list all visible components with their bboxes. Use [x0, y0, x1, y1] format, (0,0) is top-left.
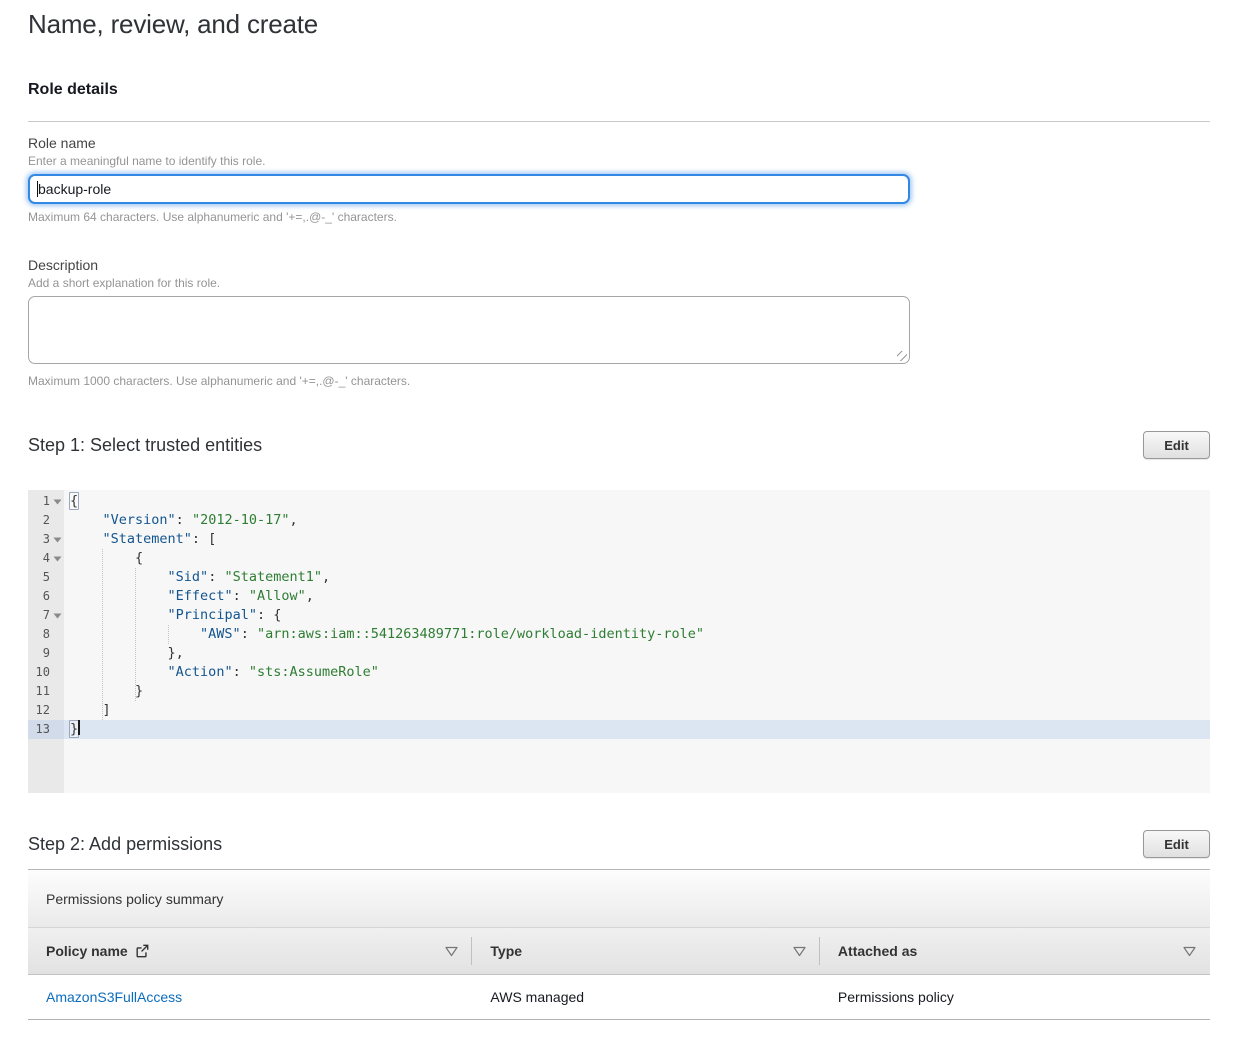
permissions-table-body: AmazonS3FullAccess AWS managedPermissions…: [28, 975, 1210, 1020]
editor-line[interactable]: 12 ]: [28, 701, 1210, 720]
filter-dropdown-icon[interactable]: [445, 946, 458, 957]
editor-lines: 1{2 "Version": "2012-10-17",3 "Statement…: [28, 490, 1210, 739]
editor-line[interactable]: 1{: [28, 492, 1210, 511]
permissions-policy-table: Permissions policy summary Policy name Ty…: [28, 869, 1210, 1020]
editor-code-text: "Statement": [: [64, 530, 216, 549]
editor-line[interactable]: 5 "Sid": "Statement1",: [28, 568, 1210, 587]
editor-line-number: 4: [28, 549, 53, 568]
table-row: AmazonS3FullAccess AWS managedPermissions…: [28, 975, 1210, 1020]
table-cell: AWS managed: [472, 975, 820, 1019]
column-header-label: Attached as: [838, 943, 917, 959]
editor-active-line[interactable]: 13}: [28, 720, 1210, 739]
editor-line-number: 7: [28, 606, 53, 625]
column-header-policy-name[interactable]: Policy name: [28, 928, 472, 974]
edit-permissions-button[interactable]: Edit: [1143, 830, 1210, 858]
text-caret: [37, 181, 38, 197]
editor-line[interactable]: 9 },: [28, 644, 1210, 663]
fold-arrow-icon[interactable]: [53, 556, 64, 562]
table-cell: AmazonS3FullAccess: [28, 975, 472, 1019]
editor-line-number: 10: [28, 663, 53, 682]
filter-dropdown-icon[interactable]: [793, 946, 806, 957]
editor-line[interactable]: 6 "Effect": "Allow",: [28, 587, 1210, 606]
editor-code-text: "Action": "sts:AssumeRole": [64, 663, 379, 682]
editor-code-text: ]: [64, 701, 111, 720]
role-name-label: Role name: [28, 135, 1210, 152]
column-header-attached-as[interactable]: Attached as: [820, 928, 1210, 974]
role-name-constraint: Maximum 64 characters. Use alphanumeric …: [28, 210, 1210, 224]
editor-line[interactable]: 3 "Statement": [: [28, 530, 1210, 549]
editor-line[interactable]: 7 "Principal": {: [28, 606, 1210, 625]
step2-heading: Step 2: Add permissions: [28, 833, 222, 855]
permissions-table-header: Policy name Type Attached as: [28, 928, 1210, 975]
editor-code-text: }: [64, 720, 80, 739]
editor-line-number: 8: [28, 625, 53, 644]
editor-line[interactable]: 4 {: [28, 549, 1210, 568]
editor-line-number: 13: [28, 720, 53, 739]
editor-line-number: 6: [28, 587, 53, 606]
filter-dropdown-icon[interactable]: [1183, 946, 1196, 957]
editor-code-text: "Effect": "Allow",: [64, 587, 314, 606]
description-label: Description: [28, 257, 1210, 274]
editor-text-caret: [78, 720, 80, 735]
role-details-heading: Role details: [28, 80, 1210, 100]
step1-heading: Step 1: Select trusted entities: [28, 434, 262, 456]
role-name-input[interactable]: [28, 174, 910, 204]
editor-line-number: 5: [28, 568, 53, 587]
role-name-helper: Enter a meaningful name to identify this…: [28, 154, 1210, 168]
editor-code-text: "Principal": {: [64, 606, 281, 625]
column-header-type[interactable]: Type: [472, 928, 820, 974]
page-title: Name, review, and create: [28, 8, 1210, 40]
fold-arrow-icon[interactable]: [53, 537, 64, 543]
external-link-icon: [135, 944, 149, 958]
editor-line-number: 2: [28, 511, 53, 530]
description-field: Description Add a short explanation for …: [28, 257, 1210, 388]
editor-line[interactable]: 8 "AWS": "arn:aws:iam::541263489771:role…: [28, 625, 1210, 644]
description-constraint: Maximum 1000 characters. Use alphanumeri…: [28, 374, 1210, 388]
editor-code-text: }: [64, 682, 143, 701]
divider: [28, 121, 1210, 122]
editor-line[interactable]: 11 }: [28, 682, 1210, 701]
trust-policy-code-editor[interactable]: 1{2 "Version": "2012-10-17",3 "Statement…: [28, 490, 1210, 793]
edit-trusted-entities-button[interactable]: Edit: [1143, 431, 1210, 459]
role-name-field: Role name Enter a meaningful name to ide…: [28, 135, 1210, 224]
editor-line-number: 1: [28, 492, 53, 511]
description-textarea[interactable]: [28, 296, 910, 364]
fold-arrow-icon[interactable]: [53, 499, 64, 505]
editor-code-text: },: [64, 644, 184, 663]
editor-line-number: 12: [28, 701, 53, 720]
description-helper: Add a short explanation for this role.: [28, 276, 1210, 290]
editor-code-text: {: [64, 492, 78, 511]
step2-header: Step 2: Add permissions Edit: [28, 830, 1210, 858]
editor-line-number: 9: [28, 644, 53, 663]
editor-code-text: "AWS": "arn:aws:iam::541263489771:role/w…: [64, 625, 704, 644]
page: Name, review, and create Role details Ro…: [0, 8, 1242, 1020]
step1-header: Step 1: Select trusted entities Edit: [28, 431, 1210, 459]
fold-arrow-icon[interactable]: [53, 613, 64, 619]
editor-code-text: {: [64, 549, 143, 568]
editor-line[interactable]: 2 "Version": "2012-10-17",: [28, 511, 1210, 530]
column-header-label: Type: [490, 943, 522, 959]
editor-line-number: 11: [28, 682, 53, 701]
policy-name-link[interactable]: AmazonS3FullAccess: [46, 989, 182, 1005]
editor-line[interactable]: 10 "Action": "sts:AssumeRole": [28, 663, 1210, 682]
permissions-table-title: Permissions policy summary: [28, 870, 1210, 928]
editor-line-number: 3: [28, 530, 53, 549]
editor-code-text: "Version": "2012-10-17",: [64, 511, 298, 530]
column-header-label: Policy name: [46, 943, 149, 959]
editor-code-text: "Sid": "Statement1",: [64, 568, 330, 587]
textarea-resize-handle[interactable]: [897, 351, 907, 361]
table-cell: Permissions policy: [820, 975, 1210, 1019]
